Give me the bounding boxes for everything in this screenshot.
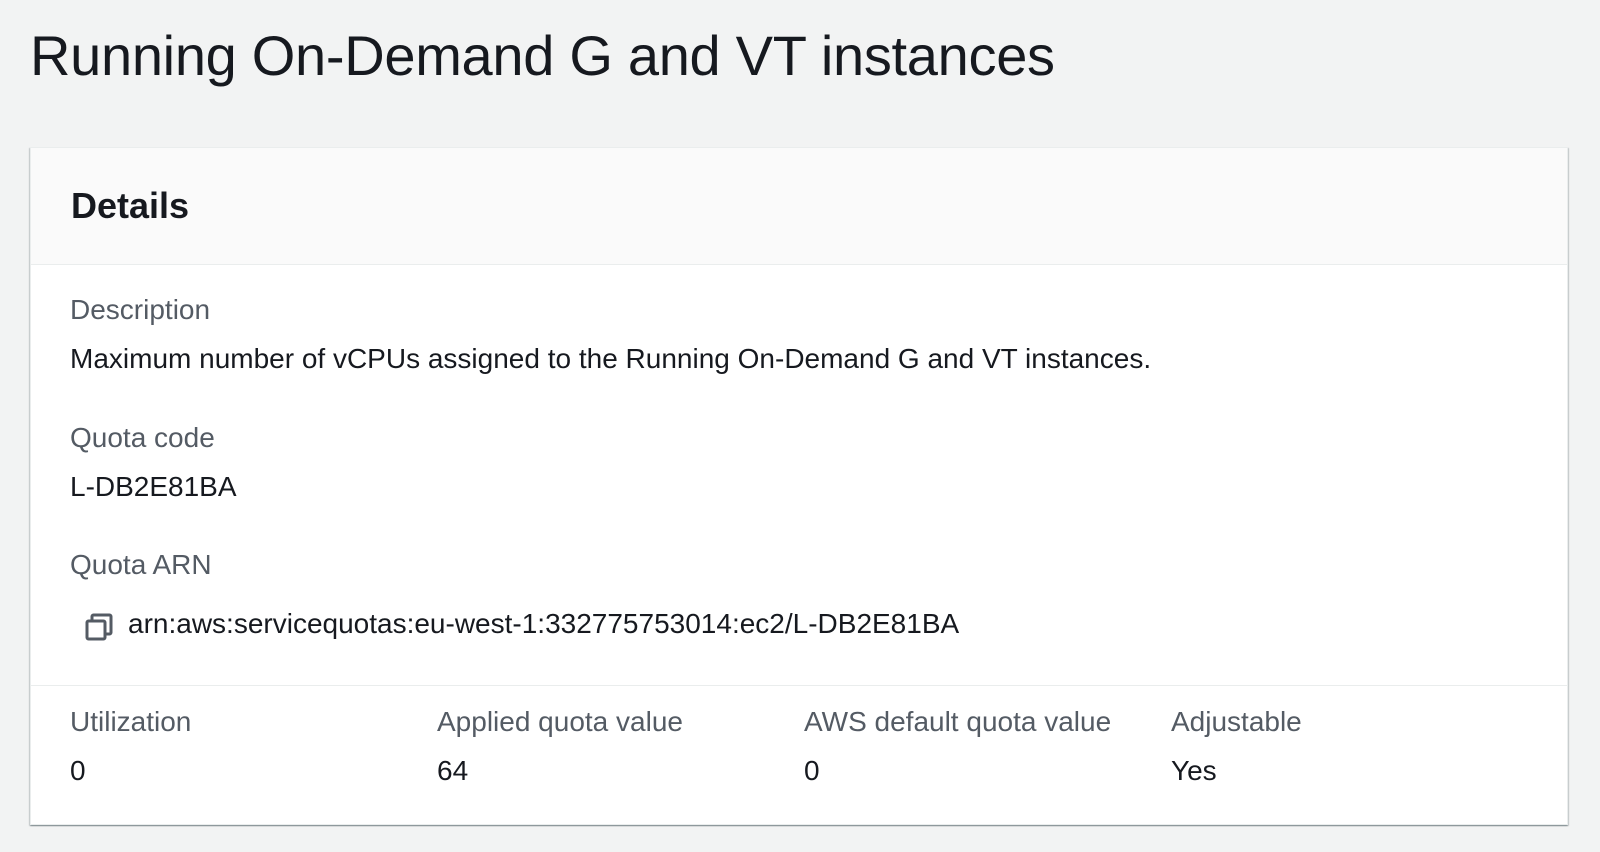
details-panel: Details Description Maximum number of vC… (30, 147, 1568, 825)
description-label: Description (70, 294, 211, 325)
page-title: Running On-Demand G and VT instances (30, 24, 1055, 87)
details-header: Details (31, 148, 1567, 265)
quota-arn-value: arn:aws:servicequotas:eu-west-1:33277575… (128, 608, 960, 639)
quota-code-value: L-DB2E81BA (70, 471, 237, 502)
applied-quota-value: 64 (437, 755, 469, 786)
section-divider (31, 685, 1567, 686)
utilization-label: Utilization (70, 706, 192, 737)
description-value: Maximum number of vCPUs assigned to the … (70, 343, 1152, 374)
adjustable-value: Yes (1171, 755, 1217, 786)
details-heading: Details (71, 185, 190, 226)
default-quota-value: 0 (804, 755, 820, 786)
copy-icon (85, 613, 113, 641)
quota-code-label: Quota code (70, 422, 215, 453)
quota-arn-label: Quota ARN (70, 549, 212, 580)
utilization-value: 0 (70, 755, 86, 786)
applied-quota-label: Applied quota value (437, 706, 683, 737)
copy-arn-button[interactable] (83, 611, 115, 643)
default-quota-label: AWS default quota value (804, 706, 1112, 737)
adjustable-label: Adjustable (1171, 706, 1302, 737)
